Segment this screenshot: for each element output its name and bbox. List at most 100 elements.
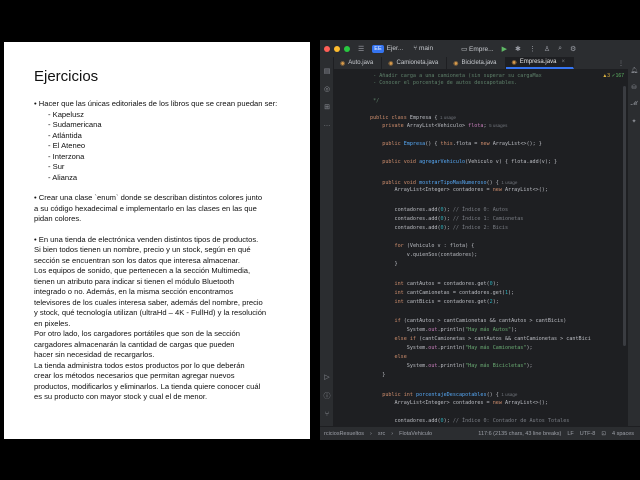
- lock-icon[interactable]: ⊡: [601, 431, 606, 437]
- code-line: int cantBicis = contadores.get(2);: [370, 299, 499, 305]
- list-item: Alianza: [48, 173, 310, 184]
- settings-icon[interactable]: ⚙: [570, 45, 576, 53]
- tab-empresa-java[interactable]: ◉ Empresa.java ×: [505, 57, 574, 69]
- commit-icon[interactable]: ◎: [320, 85, 334, 93]
- editor-tabs: ◉ Auto.java ◉ Camioneta.java ◉ Bicicleta…: [334, 57, 628, 70]
- database-icon[interactable]: ⛁: [628, 84, 640, 91]
- exercise-3-line: crear los métodos necesarios que permita…: [34, 371, 235, 380]
- file-encoding[interactable]: UTF-8: [580, 431, 596, 437]
- tab-label: Empresa.java: [519, 59, 557, 65]
- code-line: else: [370, 354, 407, 360]
- tab-label: Camioneta.java: [396, 60, 439, 66]
- exercise-3-line: televisores de los cuales interesa saber…: [34, 297, 263, 307]
- code-line: if (cantAutos > cantCamionetas && cantAu…: [370, 318, 567, 324]
- document-title: Ejercicios: [34, 68, 99, 85]
- exercise-2: • Crear una clase `enum` donde se descri…: [34, 193, 310, 225]
- line-separator[interactable]: LF: [567, 431, 573, 437]
- cursor-position[interactable]: 117:6 (2135 chars, 43 line breaks): [478, 431, 561, 437]
- code-line: contadores.add(0); // Índice 2: Bicis: [370, 225, 509, 231]
- breadcrumb-class[interactable]: FlotaVehiculo: [399, 431, 432, 437]
- publisher-list: Kapelusz Sudamericana Atlántida El Atene…: [48, 110, 310, 184]
- code-line: private ArrayList<Vehiculo> flota; 5 usa…: [370, 123, 508, 129]
- code-line: public void mostrarTipoMasNumeroso() { 1…: [370, 180, 518, 186]
- maximize-window-button[interactable]: [344, 45, 350, 52]
- code-line: - Conocer el porcentaje de autos descapo…: [370, 80, 518, 86]
- breadcrumb-project[interactable]: rciciosResueltos: [324, 431, 364, 437]
- terminal-icon[interactable]: ▷: [320, 373, 334, 381]
- run-config-selector[interactable]: ▭ Empre...: [461, 45, 494, 53]
- code-line: - Añadir carga a una camioneta (sin supe…: [370, 73, 542, 79]
- structure-icon[interactable]: ⊞: [320, 103, 334, 111]
- exercise-3-line: tienen un atributo para indicar si tiene…: [34, 276, 235, 286]
- left-tool-strip: ▤ ◎ ⊞ … ▷ ⓘ ⑂: [320, 57, 334, 430]
- code-editor[interactable]: ▲3 ✓167 - Añadir carga a una camioneta (…: [334, 71, 628, 430]
- code-line: ArrayList<Integer> contadores = new Arra…: [370, 400, 548, 406]
- hamburger-menu-icon[interactable]: ☰: [358, 45, 364, 53]
- status-right: 117:6 (2135 chars, 43 line breaks) LF UT…: [478, 431, 640, 437]
- code-line: public class Empresa { 1 usage: [370, 115, 456, 121]
- git-icon[interactable]: ⑂: [320, 411, 334, 418]
- exercise-3-line: Por otro lado, los cargadores portátiles…: [34, 329, 240, 338]
- notifications-icon[interactable]: 🔔︎: [628, 67, 640, 74]
- java-file-icon: ◉: [388, 60, 394, 67]
- exercise-2-line: • Crear una clase `enum` donde se descri…: [34, 193, 263, 202]
- ide-window: ☰ EE Ejer... ⑂ main ▭ Empre... ▶ ✱ ⋮ ♙ ⌕…: [320, 40, 640, 440]
- code-line: System.out.println("Hay más Camionetas")…: [370, 345, 533, 351]
- breadcrumb-src[interactable]: src: [378, 431, 385, 437]
- code-line: public int porcentajeDescapotables() { 1…: [370, 392, 518, 398]
- tab-camioneta-java[interactable]: ◉ Camioneta.java: [382, 57, 448, 69]
- right-tool-strip: 🔔︎ ⛁ 𝓜 ✦: [628, 57, 640, 430]
- exercise-2-line: a su código hexadecimal e implementarlo …: [34, 203, 257, 213]
- code-line: int cantAutos = contadores.get(0);: [370, 281, 499, 287]
- project-badge: EE: [372, 44, 384, 53]
- ai-assistant-icon[interactable]: ✦: [628, 118, 640, 125]
- tab-auto-java[interactable]: ◉ Auto.java: [334, 57, 383, 69]
- project-selector[interactable]: EE Ejer...: [372, 44, 403, 53]
- code-line: else if (cantCamionetas > cantAutos && c…: [370, 336, 591, 342]
- exercise-3-line: sección se encuentran son los datos que …: [34, 255, 241, 265]
- problems-icon[interactable]: ⓘ: [320, 391, 334, 401]
- exercise-3-line: y stock, qué tecnología utilizan (ultraH…: [34, 308, 267, 317]
- gradle-icon[interactable]: 𝓜: [628, 101, 640, 108]
- chevron-right-icon: ›: [391, 430, 394, 437]
- minimize-window-button[interactable]: [334, 45, 340, 52]
- code-line: */: [370, 98, 380, 104]
- branch-name: main: [418, 45, 434, 52]
- indent-setting[interactable]: 4 spaces: [612, 431, 634, 437]
- more-icon[interactable]: ⋮: [529, 45, 536, 53]
- branch-selector[interactable]: ⑂ main: [413, 45, 433, 52]
- line-gutter: [334, 71, 362, 430]
- run-icon[interactable]: ▶: [502, 45, 507, 53]
- list-item: El Ateneo: [48, 141, 310, 152]
- plugins-icon[interactable]: …: [320, 121, 334, 128]
- list-item: Sudamericana: [48, 120, 310, 131]
- status-bar: rciciosResueltos › src › FlotaVehiculo 1…: [320, 426, 640, 440]
- exercise-3-line: • En una tienda de electrónica venden di…: [34, 234, 259, 244]
- code-line: contadores.add(0); // Índice 0: Contador…: [370, 418, 570, 424]
- code-area[interactable]: - Añadir carga a una camioneta (sin supe…: [370, 71, 628, 430]
- close-tab-icon[interactable]: ×: [561, 59, 565, 65]
- search-icon[interactable]: ⌕: [558, 45, 562, 53]
- tabs-menu-icon[interactable]: ⋮: [614, 57, 628, 69]
- java-file-icon: ◉: [453, 60, 459, 67]
- exercise-3-line: cargadores almacenarán la cantidad de ca…: [34, 339, 235, 349]
- close-window-button[interactable]: [324, 45, 330, 52]
- code-line: ArrayList<Integer> contadores = new Arra…: [370, 187, 548, 193]
- project-folder-icon[interactable]: ▤: [320, 67, 334, 75]
- exercise-2-line: pidan colores.: [34, 214, 82, 223]
- java-file-icon: ◉: [340, 60, 346, 67]
- tab-bicicleta-java[interactable]: ◉ Bicicleta.java: [447, 57, 506, 69]
- exercise-3-line: es su producto con mayor stock y cual el…: [34, 392, 208, 401]
- code-line: System.out.println("Hay más Bicicletas")…: [370, 363, 533, 369]
- list-item: Kapelusz: [48, 110, 310, 121]
- user-icon[interactable]: ♙: [544, 45, 550, 53]
- code-line: }: [370, 261, 398, 267]
- exercise-1-intro: • Hacer que las únicas editoriales de lo…: [34, 99, 278, 108]
- code-line: int cantCamionetas = contadores.get(1);: [370, 290, 515, 296]
- exercise-document: Ejercicios • Hacer que las únicas editor…: [4, 42, 310, 439]
- code-line: System.out.println("Hay más Autos");: [370, 327, 518, 333]
- tab-label: Auto.java: [348, 60, 374, 66]
- exercise-3-line: en pixeles.: [34, 318, 71, 328]
- debug-icon[interactable]: ✱: [515, 45, 521, 53]
- list-item: Atlántida: [48, 131, 310, 142]
